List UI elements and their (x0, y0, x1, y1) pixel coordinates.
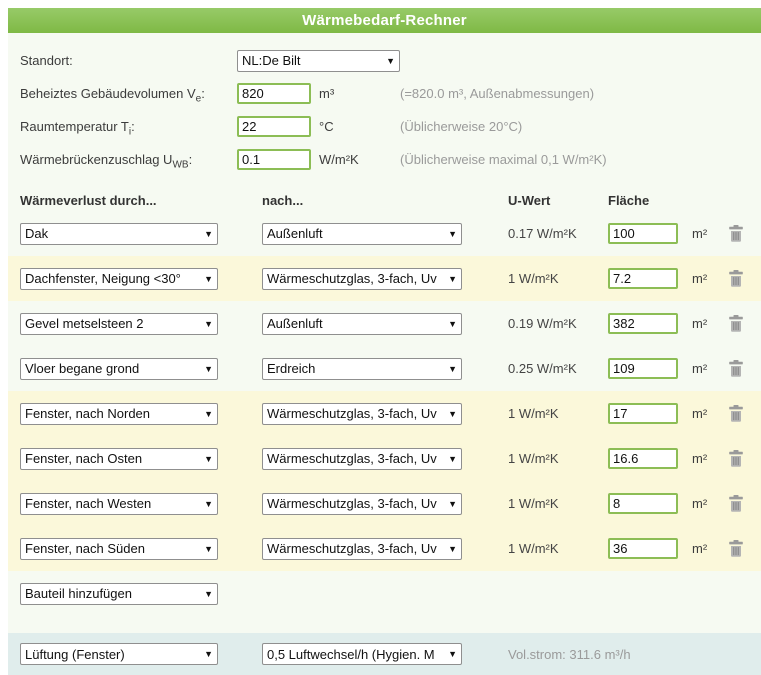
trash-icon (729, 359, 743, 377)
trash-icon (729, 269, 743, 287)
u-value-text: 1 W/m²K (508, 406, 559, 421)
u-value-text: 1 W/m²K (508, 541, 559, 556)
delete-row-button[interactable] (728, 359, 744, 378)
area-input[interactable] (608, 268, 678, 289)
component-select[interactable]: Fenster, nach Osten ▼ (20, 447, 218, 470)
component-select[interactable]: Dak ▼ (20, 222, 218, 245)
area-input[interactable] (608, 358, 678, 379)
table-row: Dachfenster, Neigung <30° ▼ Wärmeschutzg… (8, 256, 761, 301)
thermal-bridge-unit: W/m²K (319, 152, 359, 167)
target-select[interactable]: Wärmeschutzglas, 3-fach, Uv ▼ (262, 447, 462, 470)
area-input[interactable] (608, 448, 678, 469)
target-select[interactable]: Außenluft ▼ (262, 222, 462, 245)
delete-row-button[interactable] (728, 404, 744, 423)
u-value-text: 0.25 W/m²K (508, 361, 577, 376)
component-select[interactable]: Fenster, nach Süden ▼ (20, 537, 218, 560)
thermal-bridge-input[interactable] (237, 149, 311, 170)
thermal-bridge-row: Wärmebrückenzuschlag UWB: W/m²K (Übliche… (8, 143, 761, 176)
area-unit: m² (692, 361, 708, 376)
header-area: Fläche (608, 193, 650, 208)
delete-row-button[interactable] (728, 449, 744, 468)
area-input[interactable] (608, 223, 678, 244)
area-unit: m² (692, 316, 708, 331)
temperature-label: Raumtemperatur Ti: (20, 119, 135, 138)
thermal-bridge-note: (Üblicherweise maximal 0,1 W/m²K) (400, 152, 607, 167)
component-select[interactable]: Vloer begane grond ▼ (20, 357, 218, 380)
u-value-text: 1 W/m²K (508, 271, 559, 286)
table-row: Fenster, nach Westen ▼ Wärmeschutzglas, … (8, 481, 761, 526)
delete-row-button[interactable] (728, 539, 744, 558)
target-select[interactable]: Wärmeschutzglas, 3-fach, Uv ▼ (262, 492, 462, 515)
area-unit: m² (692, 451, 708, 466)
component-select[interactable]: Fenster, nach Norden ▼ (20, 402, 218, 425)
location-label: Standort: (20, 53, 73, 68)
component-select[interactable]: Dachfenster, Neigung <30° ▼ (20, 267, 218, 290)
calculator-body: Standort: NL:De Bilt ▼ Beheiztes Gebäude… (8, 33, 761, 675)
trash-icon (729, 404, 743, 422)
table-row: Fenster, nach Osten ▼ Wärmeschutzglas, 3… (8, 436, 761, 481)
component-select[interactable]: Fenster, nach Westen ▼ (20, 492, 218, 515)
area-unit: m² (692, 226, 708, 241)
header-target: nach... (262, 193, 304, 208)
delete-row-button[interactable] (728, 224, 744, 243)
volume-input[interactable] (237, 83, 311, 104)
temperature-note: (Üblicherweise 20°C) (400, 119, 523, 134)
trash-icon (729, 224, 743, 242)
u-value-text: 1 W/m²K (508, 496, 559, 511)
table-row: Fenster, nach Süden ▼ Wärmeschutzglas, 3… (8, 526, 761, 571)
delete-row-button[interactable] (728, 314, 744, 333)
general-settings: Standort: NL:De Bilt ▼ Beheiztes Gebäude… (8, 33, 761, 176)
area-input[interactable] (608, 403, 678, 424)
ventilation-rate-select[interactable]: 0,5 Luftwechsel/h (Hygien. M ▼ (262, 643, 462, 665)
area-unit: m² (692, 406, 708, 421)
table-row: Dak ▼ Außenluft ▼ 0.17 W/m²K m² (8, 211, 761, 256)
trash-icon (729, 449, 743, 467)
area-input[interactable] (608, 538, 678, 559)
target-select[interactable]: Außenluft ▼ (262, 312, 462, 335)
component-select[interactable]: Gevel metselsteen 2 ▼ (20, 312, 218, 335)
page-title: Wärmebedarf-Rechner (8, 8, 761, 33)
table-row: Fenster, nach Norden ▼ Wärmeschutzglas, … (8, 391, 761, 436)
target-select[interactable]: Wärmeschutzglas, 3-fach, Uv ▼ (262, 537, 462, 560)
header-u-value: U-Wert (508, 193, 551, 208)
area-unit: m² (692, 271, 708, 286)
add-component-row: Bauteil hinzufügen ▼ (8, 571, 761, 616)
component-table-header: Wärmeverlust durch... nach... U-Wert Flä… (8, 190, 761, 211)
header-component: Wärmeverlust durch... (20, 193, 157, 208)
table-row: Gevel metselsteen 2 ▼ Außenluft ▼ 0.19 W… (8, 301, 761, 346)
delete-row-button[interactable] (728, 494, 744, 513)
table-row: Vloer begane grond ▼ Erdreich ▼ 0.25 W/m… (8, 346, 761, 391)
location-select[interactable]: NL:De Bilt ▼ (237, 49, 400, 72)
target-select[interactable]: Erdreich ▼ (262, 357, 462, 380)
trash-icon (729, 539, 743, 557)
ventilation-type-select[interactable]: Lüftung (Fenster) ▼ (20, 643, 218, 665)
trash-icon (729, 494, 743, 512)
component-table-rows: Dak ▼ Außenluft ▼ 0.17 W/m²K m² (8, 211, 761, 571)
area-input[interactable] (608, 493, 678, 514)
area-input[interactable] (608, 313, 678, 334)
location-row: Standort: NL:De Bilt ▼ (8, 44, 761, 77)
volume-unit: m³ (319, 86, 335, 101)
volume-row: Beheiztes Gebäudevolumen Ve: m³ (=820.0 … (8, 77, 761, 110)
volume-flow-value: Vol.strom: 311.6 m³/h (508, 646, 631, 662)
u-value-text: 1 W/m²K (508, 451, 559, 466)
target-select[interactable]: Wärmeschutzglas, 3-fach, Uv ▼ (262, 402, 462, 425)
temperature-unit: °C (319, 119, 334, 134)
thermal-bridge-label: Wärmebrückenzuschlag UWB: (20, 152, 193, 171)
ventilation-row: Lüftung (Fenster) ▼ 0,5 Luftwechsel/h (H… (8, 633, 761, 675)
volume-note: (=820.0 m³, Außenabmessungen) (400, 86, 595, 101)
u-value-text: 0.19 W/m²K (508, 316, 577, 331)
temperature-row: Raumtemperatur Ti: °C (Üblicherweise 20°… (8, 110, 761, 143)
calculator-panel: Wärmebedarf-Rechner Standort: NL:De Bilt… (8, 8, 761, 675)
target-select[interactable]: Wärmeschutzglas, 3-fach, Uv ▼ (262, 267, 462, 290)
trash-icon (729, 314, 743, 332)
delete-row-button[interactable] (728, 269, 744, 288)
area-unit: m² (692, 496, 708, 511)
area-unit: m² (692, 541, 708, 556)
temperature-input[interactable] (237, 116, 311, 137)
add-component-select[interactable]: Bauteil hinzufügen ▼ (20, 582, 218, 605)
u-value-text: 0.17 W/m²K (508, 226, 577, 241)
volume-label: Beheiztes Gebäudevolumen Ve: (20, 86, 205, 105)
